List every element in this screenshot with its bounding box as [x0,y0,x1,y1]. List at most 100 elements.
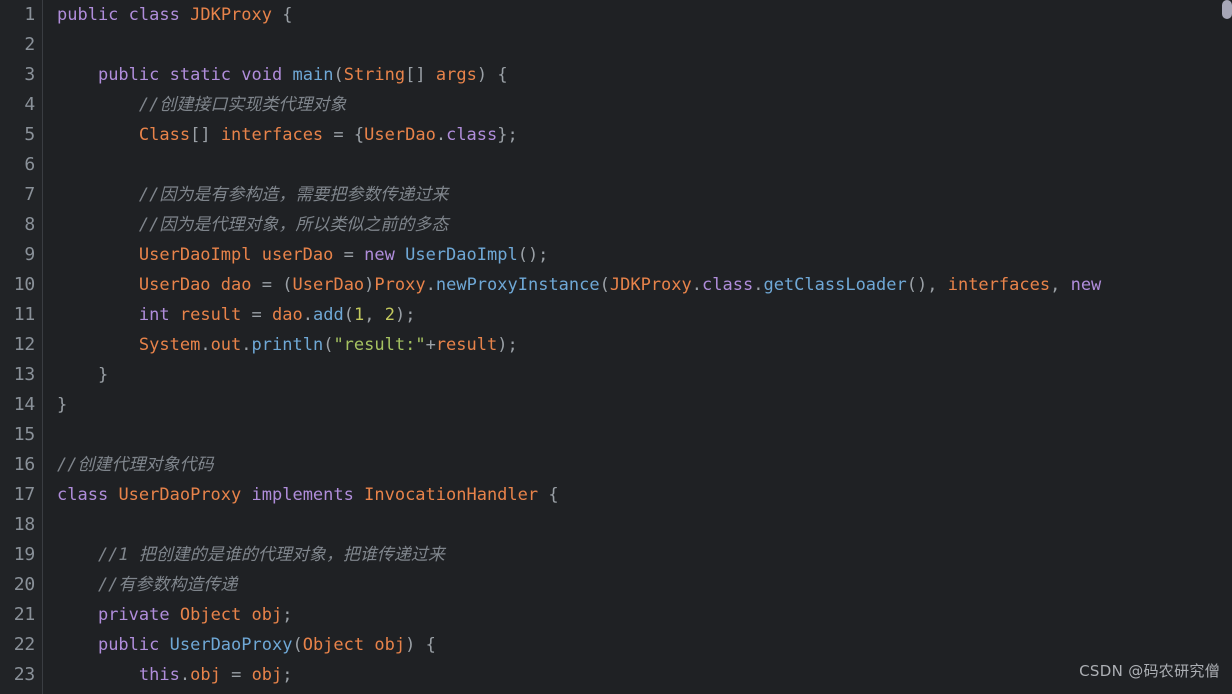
code-punctuation: . [241,335,252,355]
code-keyword: implements [251,485,354,505]
line-number-gutter: 1 2 3 4 5 6 7 8 9 10 11 12 13 14 15 16 17 18 19 20 21 22 23 [0,0,43,694]
line-number: 2 [24,34,35,55]
code-line[interactable]: public static void main(String[] args) { [44,60,1232,90]
line-number: 19 [13,544,35,565]
code-punctuation: (), [906,275,938,295]
code-line[interactable]: UserDaoImpl userDao = new UserDaoImpl(); [44,240,1232,270]
code-identifier: Object [179,605,242,625]
line-number: 7 [24,184,35,205]
code-identifier: InvocationHandler [364,485,539,505]
code-line[interactable]: } [44,390,1232,420]
code-function: UserDaoImpl [405,245,518,265]
code-keyword: public [97,65,160,85]
line-number: 3 [24,64,35,85]
code-punctuation: { [425,635,436,655]
scrollbar-thumb[interactable] [1222,0,1232,19]
code-keyword: private [97,605,170,625]
code-line[interactable] [44,30,1232,60]
code-number: 1 [353,305,365,325]
code-punctuation: [] [190,125,211,145]
code-line[interactable]: } [44,360,1232,390]
code-punctuation: . [435,125,447,145]
code-identifier: UserDaoProxy [118,485,242,505]
code-function: getClassLoader [763,275,907,295]
code-line[interactable]: //有参数构造传递 [44,570,1232,600]
code-line[interactable]: System.out.println("result:"+result); [44,330,1232,360]
code-identifier: Proxy [374,275,426,295]
code-function: add [313,305,344,325]
code-comment: //创建接口实现类代理对象 [57,95,347,115]
code-comment: //因为是代理对象，所以类似之前的多态 [57,215,449,235]
code-line[interactable] [44,420,1232,450]
code-punctuation: + [425,335,436,355]
code-punctuation: } [57,395,68,415]
code-line[interactable]: class UserDaoProxy implements Invocation… [44,480,1232,510]
code-punctuation: = [343,245,354,265]
code-punctuation: . [200,335,211,355]
code-line[interactable]: public class JDKProxy { [44,0,1232,30]
code-punctuation: ) [476,65,488,85]
code-punctuation: ) [405,635,416,655]
code-identifier: Object [302,635,365,655]
line-number: 22 [13,634,35,655]
line-number: 11 [13,304,35,325]
code-comment: //有参数构造传递 [57,575,238,595]
code-line[interactable]: UserDao dao = (UserDao)Proxy.newProxyIns… [44,270,1232,300]
code-identifier: obj [251,665,283,685]
line-number: 14 [13,394,35,415]
line-number: 6 [24,154,35,175]
line-number: 16 [13,454,35,475]
line-number: 15 [13,424,35,445]
code-line[interactable]: private Object obj; [44,600,1232,630]
code-line[interactable] [44,510,1232,540]
code-identifier: dao [220,275,252,295]
code-keyword: int [138,305,170,325]
code-identifier: String [343,65,406,85]
line-number: 17 [13,484,35,505]
code-punctuation: ( [282,275,293,295]
line-number: 18 [13,514,35,535]
code-punctuation: { [353,125,365,145]
code-line[interactable]: Class[] interfaces = {UserDao.class}; [44,120,1232,150]
code-punctuation: = [251,305,262,325]
code-function: UserDaoProxy [169,635,293,655]
code-line[interactable]: this.obj = obj; [44,660,1232,690]
code-punctuation: , [1050,275,1061,295]
code-function: newProxyInstance [435,275,600,295]
code-line[interactable] [44,150,1232,180]
code-identifier: JDKProxy [190,5,272,25]
code-comment: //因为是有参构造，需要把参数传递过来 [57,185,449,205]
line-number: 10 [13,274,35,295]
line-number: 9 [24,244,35,265]
code-punctuation: , [364,305,375,325]
code-content-area[interactable]: public class JDKProxy { public static vo… [44,0,1232,694]
code-line[interactable]: //因为是代理对象，所以类似之前的多态 [44,210,1232,240]
code-identifier: UserDao [364,125,436,145]
code-line[interactable]: //创建代理对象代码 [44,450,1232,480]
code-identifier: obj [374,635,406,655]
code-punctuation: ( [323,335,334,355]
code-punctuation: ); [394,305,416,325]
code-keyword: class [702,275,754,295]
code-function: main [292,65,334,85]
code-editor: 1 2 3 4 5 6 7 8 9 10 11 12 13 14 15 16 17 18 19 20 21 22 23 pu… [0,0,1232,694]
code-punctuation: . [691,275,703,295]
code-line[interactable]: //创建接口实现类代理对象 [44,90,1232,120]
code-line[interactable]: //1 把创建的是谁的代理对象，把谁传递过来 [44,540,1232,570]
code-punctuation: { [497,65,508,85]
code-line[interactable]: public UserDaoProxy(Object obj) { [44,630,1232,660]
line-number: 1 [24,4,35,25]
code-line[interactable]: //因为是有参构造，需要把参数传递过来 [44,180,1232,210]
code-punctuation: . [302,305,313,325]
code-punctuation: } [97,365,109,385]
code-line[interactable]: int result = dao.add(1, 2); [44,300,1232,330]
code-punctuation: ( [292,635,303,655]
vertical-scrollbar[interactable] [1222,0,1232,694]
code-punctuation: (); [517,245,549,265]
code-keyword: class [57,485,109,505]
code-keyword: class [128,5,180,25]
code-identifier: result [179,305,242,325]
code-punctuation: { [548,485,559,505]
code-keyword: new [1070,275,1102,295]
code-number: 2 [384,305,395,325]
